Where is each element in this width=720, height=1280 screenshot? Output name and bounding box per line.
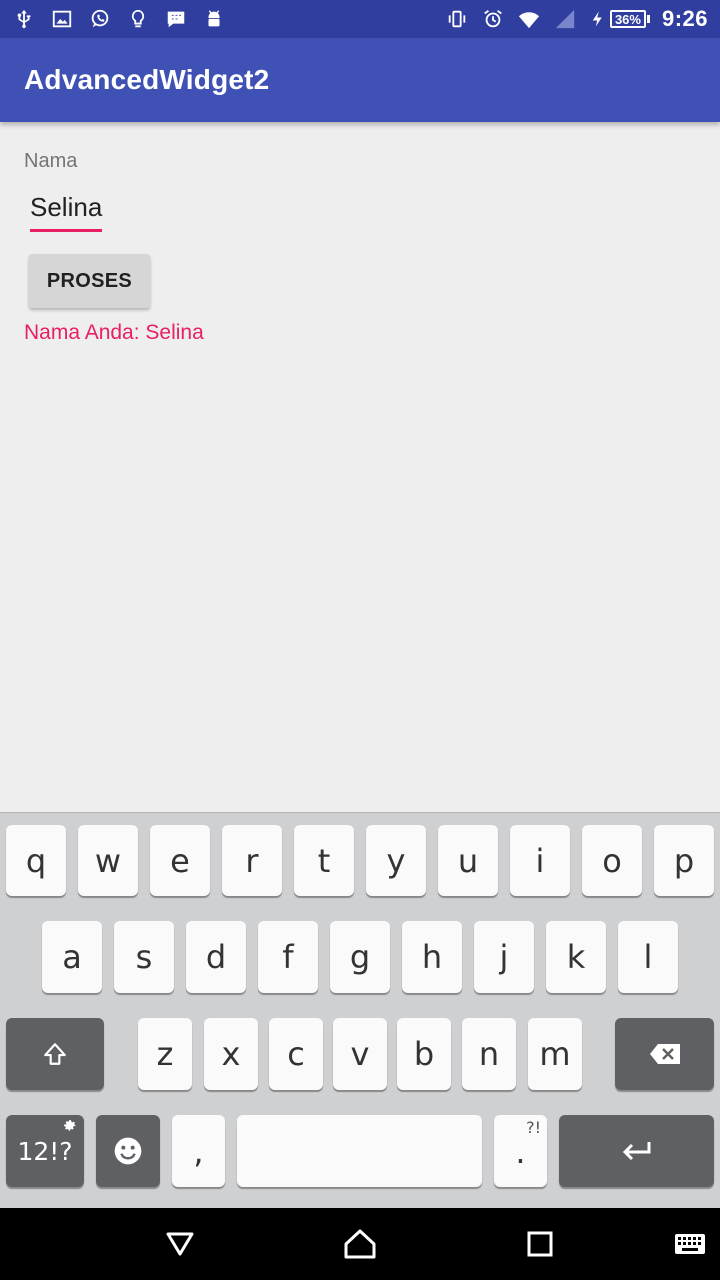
whatsapp-icon: [88, 7, 112, 31]
key-d[interactable]: d: [186, 921, 246, 993]
signal-icon: [553, 7, 577, 31]
notification-icons: [12, 5, 226, 33]
period-key-hint: ?!: [526, 1118, 541, 1137]
home-icon: [344, 1229, 376, 1259]
key-s[interactable]: s: [114, 921, 174, 993]
name-input[interactable]: Selina: [30, 192, 103, 232]
soft-keyboard: q w e r t y u i o p a s d f g h j k l z …: [0, 812, 720, 1209]
name-input-value[interactable]: Selina: [30, 192, 103, 232]
keyboard-icon: [675, 1234, 705, 1254]
navigation-bar: [0, 1208, 720, 1280]
symbols-key[interactable]: 12!?: [6, 1115, 84, 1187]
proses-button[interactable]: PROSES: [29, 254, 150, 308]
battery-percent: 36%: [609, 10, 646, 28]
key-u[interactable]: u: [438, 825, 498, 896]
alarm-icon: [481, 7, 505, 31]
recents-square-icon: [527, 1231, 553, 1257]
android-icon: [202, 7, 226, 31]
key-p[interactable]: p: [654, 825, 714, 896]
key-q[interactable]: q: [6, 825, 66, 896]
emoji-key[interactable]: [96, 1115, 160, 1187]
key-x[interactable]: x: [204, 1018, 258, 1090]
period-key-label: .: [515, 1133, 526, 1171]
key-z[interactable]: z: [138, 1018, 192, 1090]
app-title: AdvancedWidget2: [24, 64, 270, 95]
settings-gear-icon: [64, 1120, 76, 1131]
symbols-key-label: 12!?: [17, 1136, 73, 1166]
backspace-icon: [649, 1044, 680, 1064]
key-m[interactable]: m: [528, 1018, 582, 1090]
key-g[interactable]: g: [330, 921, 390, 993]
enter-key[interactable]: [559, 1115, 714, 1187]
battery-icon: 36%: [589, 8, 650, 30]
key-y[interactable]: y: [366, 825, 426, 896]
key-e[interactable]: e: [150, 825, 210, 896]
period-key[interactable]: . ?!: [494, 1115, 547, 1187]
backspace-key[interactable]: [615, 1018, 714, 1090]
key-a[interactable]: a: [42, 921, 102, 993]
shift-key[interactable]: [6, 1018, 104, 1090]
key-w[interactable]: w: [78, 825, 138, 896]
bbm-icon: [164, 7, 188, 31]
image-icon: [50, 7, 74, 31]
back-triangle-icon: [166, 1232, 194, 1256]
wifi-icon: [517, 7, 541, 31]
name-label: Nama: [24, 150, 78, 172]
back-button[interactable]: [160, 1226, 200, 1262]
key-r[interactable]: r: [222, 825, 282, 896]
key-h[interactable]: h: [402, 921, 462, 993]
usb-icon: [12, 7, 36, 31]
key-b[interactable]: b: [397, 1018, 451, 1090]
status-bar: 36% 9:26: [0, 0, 720, 38]
key-k[interactable]: k: [546, 921, 606, 993]
vibrate-icon: [445, 7, 469, 31]
result-text: Nama Anda: Selina: [24, 321, 204, 344]
key-i[interactable]: i: [510, 825, 570, 896]
key-o[interactable]: o: [582, 825, 642, 896]
enter-icon: [622, 1142, 650, 1161]
clock: 9:26: [661, 6, 708, 31]
key-l[interactable]: l: [618, 921, 678, 993]
key-n[interactable]: n: [462, 1018, 516, 1090]
comma-key[interactable]: ,: [172, 1115, 225, 1187]
lightbulb-icon: [126, 7, 150, 31]
emoji-icon: [114, 1137, 142, 1165]
shift-icon: [44, 1043, 66, 1065]
key-v[interactable]: v: [333, 1018, 387, 1090]
key-j[interactable]: j: [474, 921, 534, 993]
key-t[interactable]: t: [294, 825, 354, 896]
recents-button[interactable]: [520, 1226, 560, 1262]
charging-icon: [592, 11, 602, 27]
keyboard-switch-button[interactable]: [670, 1226, 710, 1262]
home-button[interactable]: [340, 1226, 380, 1262]
system-icons: 36% 9:26: [445, 5, 708, 33]
key-f[interactable]: f: [258, 921, 318, 993]
key-c[interactable]: c: [269, 1018, 323, 1090]
space-key[interactable]: [237, 1115, 482, 1187]
app-bar: AdvancedWidget2: [0, 38, 720, 122]
